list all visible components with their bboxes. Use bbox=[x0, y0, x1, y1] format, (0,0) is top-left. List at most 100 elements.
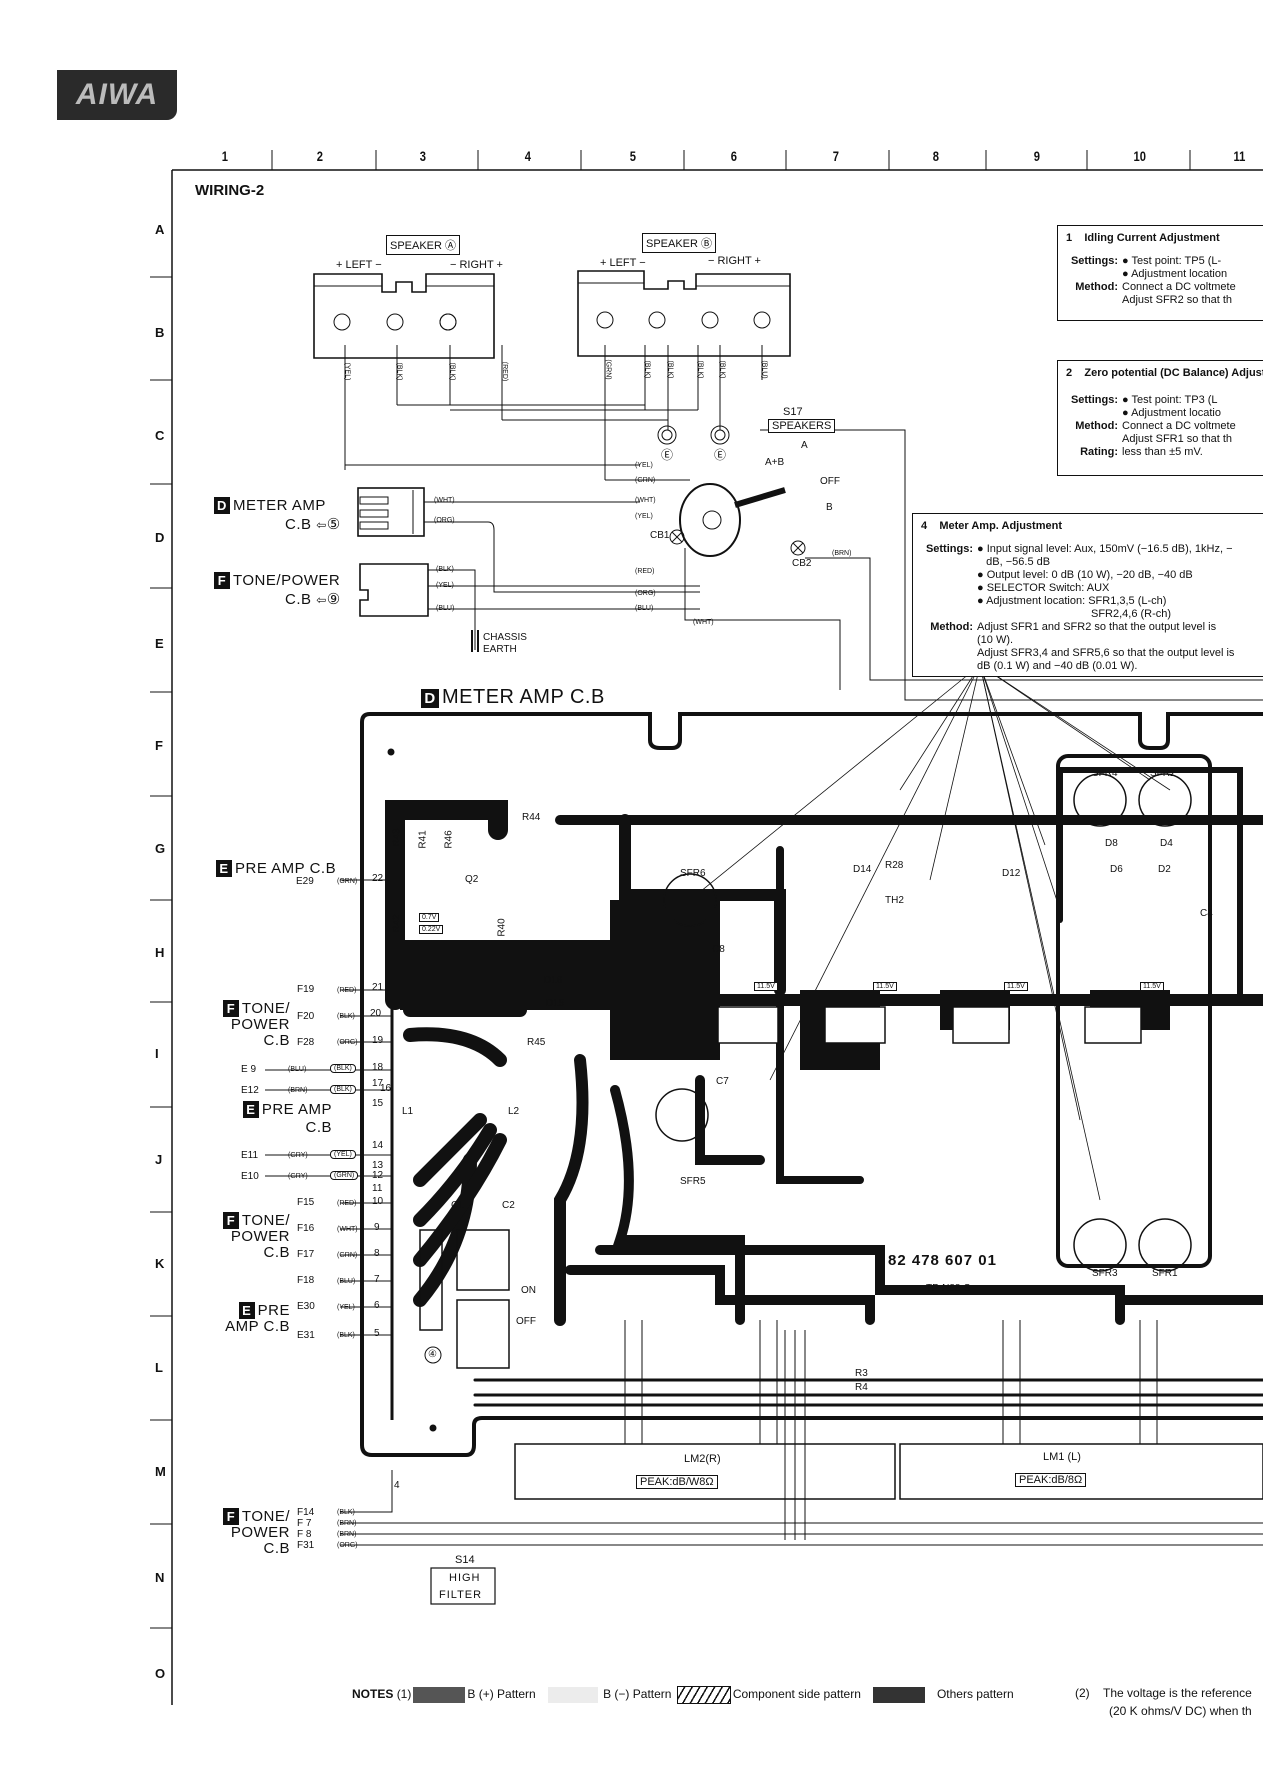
connector-d-meter-amp: D METER AMP bbox=[214, 497, 326, 514]
earth-symbol: Ⓔ bbox=[714, 448, 727, 462]
wire-color-label: (ORG) bbox=[434, 517, 455, 524]
switch-position-a-plus-b[interactable]: A+B bbox=[765, 457, 784, 468]
wire-color-label: (ORG) bbox=[337, 1542, 358, 1549]
meter-lm1-name: LM1 (L) bbox=[1043, 1451, 1081, 1463]
pin-label: F 8 bbox=[297, 1529, 312, 1540]
wire-color-label: (BRN) bbox=[832, 550, 852, 557]
wire-color-label: (RED) bbox=[501, 361, 509, 382]
side-group-pre-amp-shielded: E PRE AMP C.B bbox=[242, 1101, 332, 1137]
wire-color-label: (GRY) bbox=[288, 1173, 308, 1180]
wire-color-label: (BLK) bbox=[337, 1332, 355, 1339]
component-label: R3 bbox=[855, 1368, 868, 1379]
voltage-tag: 11.5V bbox=[1140, 982, 1164, 991]
side-group-tone-power-2: F TONE/ POWER C.B bbox=[216, 1212, 290, 1261]
pot-label-sfr3: SFR3 bbox=[1092, 1268, 1118, 1279]
voltage-tag: 11.5V bbox=[1004, 982, 1028, 991]
wire-color-label: (BLK) bbox=[337, 1509, 355, 1516]
pin-number: 10 bbox=[372, 1196, 384, 1207]
wire-color-label: (BLK) bbox=[436, 566, 454, 573]
switch-s4-on[interactable]: ON bbox=[521, 1285, 536, 1296]
speaker-b-left-polarity: + LEFT − bbox=[600, 257, 646, 269]
setting-text: dB, −56.5 dB bbox=[986, 556, 1051, 568]
wire-color-label: (RED) bbox=[635, 568, 655, 575]
pin-label: F15 bbox=[297, 1197, 315, 1208]
method-text: dB (0.1 W) and −40 dB (0.01 W). bbox=[977, 660, 1138, 672]
wire-color-label: (GRN) bbox=[635, 477, 656, 484]
pin-number: 16 bbox=[380, 1083, 392, 1094]
switch-position-b[interactable]: B bbox=[826, 502, 833, 513]
connector-f-sub: C.B ⇦⑨ bbox=[285, 591, 341, 608]
switch-s4-ref: ④ bbox=[428, 1349, 437, 1360]
setting-text: Adjustment location: SFR1,3,5 (L-ch) bbox=[986, 595, 1167, 607]
wire-color-label: (ORG) bbox=[337, 1039, 358, 1046]
wire-color-label: (BLK) bbox=[643, 360, 651, 379]
method-text: Adjust SFR2 so that th bbox=[1122, 294, 1233, 306]
board-tag-d: D bbox=[214, 497, 230, 514]
pin-label: E31 bbox=[297, 1330, 315, 1341]
side-group-pre-amp: E PRE AMP C.B bbox=[216, 860, 336, 877]
pin-label: E30 bbox=[297, 1301, 315, 1312]
chassis-earth-label: CHASSIS EARTH bbox=[483, 632, 527, 655]
switch-position-off[interactable]: OFF bbox=[820, 476, 840, 487]
test-point-label: TP-N88-S bbox=[926, 1283, 971, 1294]
pin-label: F16 bbox=[297, 1223, 315, 1234]
pot-label-sfr4: SFR4 bbox=[1092, 768, 1118, 779]
pot-label-sfr5: SFR5 bbox=[680, 1176, 706, 1187]
component-label: C1 bbox=[451, 1200, 464, 1211]
switch-s17-ref: S17 bbox=[783, 406, 803, 418]
connector-ref: ⑤ bbox=[326, 516, 341, 533]
wire-color-label: (BLK) bbox=[696, 360, 704, 379]
pin-number: 14 bbox=[372, 1140, 384, 1151]
wire-color-label: (GRN) bbox=[337, 1252, 358, 1259]
speaker-b-label: SPEAKER Ⓑ bbox=[642, 233, 717, 253]
pin-label: E29 bbox=[296, 876, 314, 887]
pin-number: 8 bbox=[374, 1248, 380, 1259]
board-title: D METER AMP C.B bbox=[421, 686, 605, 709]
wire-color-label: (BLU) bbox=[635, 605, 654, 612]
connector-name: METER AMP bbox=[233, 497, 326, 514]
side-group-tone-power: F TONE/ POWER C.B bbox=[216, 1000, 290, 1049]
switch-s4-off[interactable]: OFF bbox=[516, 1316, 536, 1327]
setting-text: Adjustment locatio bbox=[1131, 407, 1221, 419]
b-minus-pattern-label: B (−) Pattern bbox=[603, 1687, 672, 1702]
wire-color-label: (YEL) bbox=[635, 513, 653, 520]
wire-color-label: (YEL) bbox=[337, 1304, 355, 1311]
pin-number: 15 bbox=[372, 1098, 384, 1109]
method-text: (10 W). bbox=[977, 634, 1014, 646]
method-text: Connect a DC voltmete bbox=[1122, 420, 1236, 432]
notes-legend: NOTES (1) B (+) Pattern B (−) Pattern Com… bbox=[352, 1686, 1014, 1704]
circuit-breaker-cb1: CB1 bbox=[650, 530, 670, 541]
connector-sub: C.B bbox=[285, 591, 312, 608]
wire-color-label: (BLU) bbox=[288, 1066, 307, 1073]
method-text: Connect a DC voltmete bbox=[1122, 281, 1236, 293]
wire-color-label: (YEL) bbox=[635, 462, 653, 469]
pot-label-sfr1: SFR1 bbox=[1152, 1268, 1178, 1279]
connector-f-tone-power: F TONE/POWER bbox=[214, 572, 340, 589]
note-2: (2) The voltage is the reference bbox=[1075, 1686, 1252, 1700]
pin-number: 22 bbox=[372, 873, 384, 884]
meter-lm1-scale: PEAK:dB/8Ω bbox=[1015, 1473, 1087, 1487]
wire-color-label: (BLK) bbox=[395, 362, 403, 381]
component-label: D4 bbox=[1160, 838, 1173, 849]
setting-text: SFR2,4,6 (R-ch) bbox=[1091, 608, 1172, 620]
wire-color-label: (WHT) bbox=[434, 497, 455, 504]
wire-color-label: (WHT) bbox=[635, 497, 656, 504]
pin-number: 5 bbox=[374, 1328, 380, 1339]
component-label: R44 bbox=[522, 812, 541, 823]
wire-color-label: (BLU) bbox=[760, 360, 768, 379]
wire-color-label: (ORG) bbox=[635, 590, 656, 597]
earth-symbol: Ⓔ bbox=[661, 448, 674, 462]
wire-color-label: (BLK) bbox=[666, 360, 674, 379]
wire-color-label: (BLU) bbox=[436, 605, 455, 612]
component-label: TH2 bbox=[885, 895, 904, 906]
pin-number: 21 bbox=[372, 982, 384, 993]
switch-s17-label: SPEAKERS bbox=[768, 419, 836, 433]
component-label: C2 bbox=[502, 1200, 515, 1211]
pin-label: F18 bbox=[297, 1275, 315, 1286]
sheet-title: WIRING-2 bbox=[195, 182, 265, 199]
speaker-b-right-polarity: − RIGHT + bbox=[708, 255, 761, 267]
pin-number: 11 bbox=[372, 1183, 383, 1194]
switch-position-a[interactable]: A bbox=[801, 440, 808, 451]
meter-lm2-scale: PEAK:dB/W8Ω bbox=[636, 1475, 718, 1489]
component-label: R28 bbox=[885, 860, 904, 871]
